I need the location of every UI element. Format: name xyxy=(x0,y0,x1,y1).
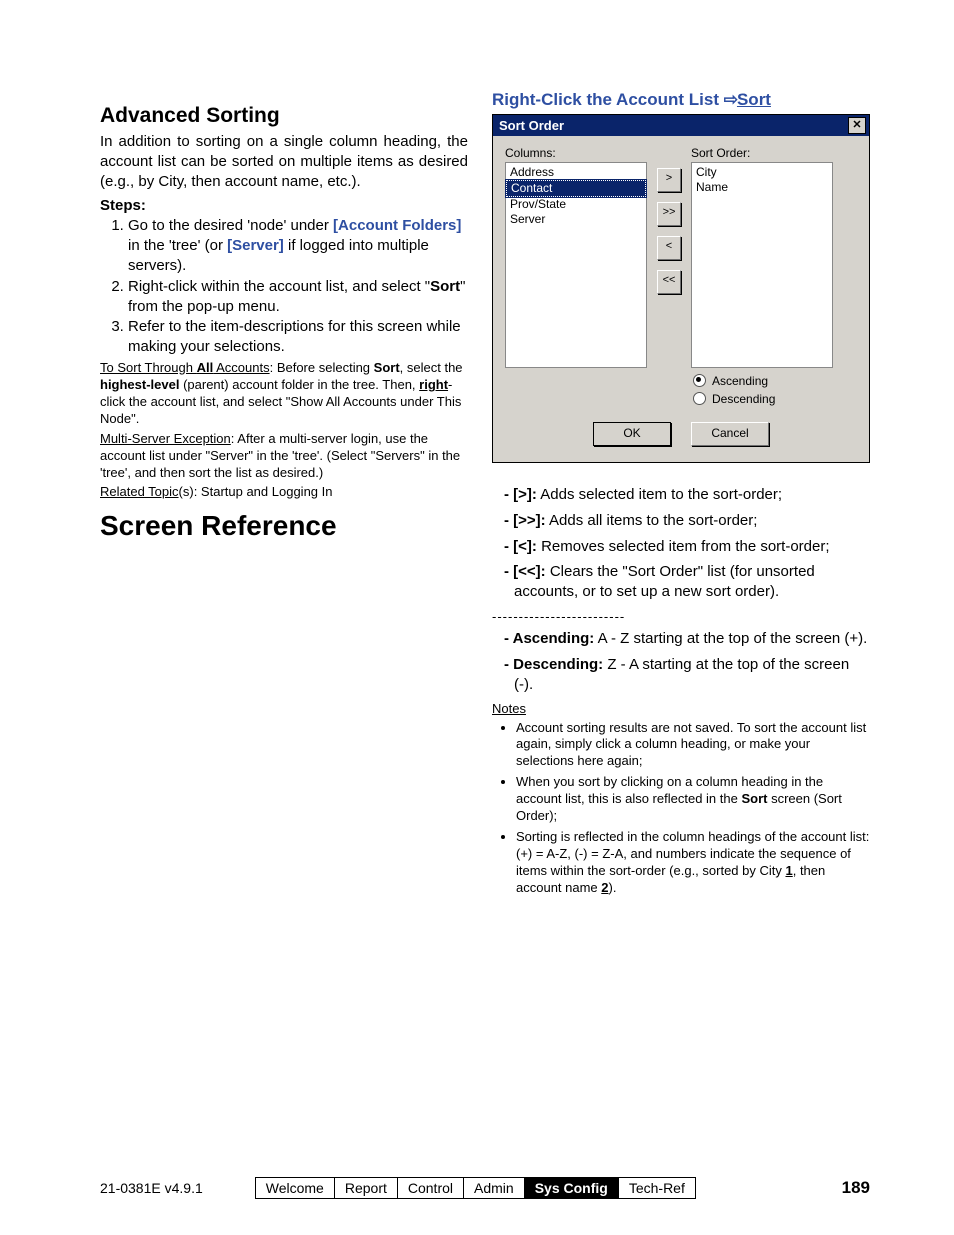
list-item[interactable]: Server xyxy=(506,212,646,227)
tab-report[interactable]: Report xyxy=(335,1178,398,1198)
columns-label: Columns: xyxy=(505,146,647,160)
add-all-button[interactable]: >> xyxy=(657,202,681,226)
heading-advanced-sorting: Advanced Sorting xyxy=(100,104,468,128)
note-item: Account sorting results are not saved. T… xyxy=(516,720,870,771)
intro-paragraph: In addition to sorting on a single colum… xyxy=(100,132,468,191)
cancel-button[interactable]: Cancel xyxy=(691,422,769,446)
dialog-title: Sort Order xyxy=(499,118,564,133)
list-item[interactable]: Contact xyxy=(506,180,646,197)
related-topic: Related Topic(s): Startup and Logging In xyxy=(100,483,468,500)
ref-remove: - [<]: Removes selected item from the so… xyxy=(494,537,870,557)
ref-descending: - Descending: Z - A starting at the top … xyxy=(494,655,870,695)
close-icon[interactable]: ✕ xyxy=(848,117,866,134)
page-number: 189 xyxy=(842,1178,870,1198)
list-item[interactable]: Name xyxy=(692,180,832,195)
sort-order-listbox[interactable]: City Name xyxy=(691,162,833,368)
step-2: Right-click within the account list, and… xyxy=(128,277,468,317)
tab-welcome[interactable]: Welcome xyxy=(256,1178,335,1198)
doc-id: 21-0381E v4.9.1 xyxy=(100,1180,203,1196)
descending-radio[interactable]: Descending xyxy=(693,392,857,406)
ref-remove-all: - [<<]: Clears the "Sort Order" list (fo… xyxy=(494,562,870,602)
note-item: When you sort by clicking on a column he… xyxy=(516,774,870,825)
tab-admin[interactable]: Admin xyxy=(464,1178,525,1198)
ascending-radio[interactable]: Ascending xyxy=(693,374,857,388)
remove-button[interactable]: < xyxy=(657,236,681,260)
tab-control[interactable]: Control xyxy=(398,1178,464,1198)
ref-ascending: - Ascending: A - Z starting at the top o… xyxy=(494,629,870,649)
footer-tabs: Welcome Report Control Admin Sys Config … xyxy=(255,1177,696,1199)
add-button[interactable]: > xyxy=(657,168,681,192)
heading-screen-reference: Screen Reference xyxy=(100,510,468,542)
remove-all-button[interactable]: << xyxy=(657,270,681,294)
ok-button[interactable]: OK xyxy=(593,422,671,446)
sort-order-dialog: Sort Order ✕ Columns: Address Contact Pr… xyxy=(492,114,870,463)
note-multi-server: Multi-Server Exception: After a multi-se… xyxy=(100,430,468,481)
step-3: Refer to the item-descriptions for this … xyxy=(128,317,468,357)
list-item[interactable]: City xyxy=(692,165,832,180)
ref-add-all: - [>>]: Adds all items to the sort-order… xyxy=(494,511,870,531)
steps-label: Steps: xyxy=(100,197,468,214)
columns-listbox[interactable]: Address Contact Prov/State Server xyxy=(505,162,647,368)
ref-add: - [>]: Adds selected item to the sort-or… xyxy=(494,485,870,505)
list-item[interactable]: Prov/State xyxy=(506,197,646,212)
list-item[interactable]: Address xyxy=(506,165,646,180)
step-1: Go to the desired 'node' under [Account … xyxy=(128,216,468,275)
tab-tech-ref[interactable]: Tech-Ref xyxy=(619,1178,695,1198)
sort-order-label: Sort Order: xyxy=(691,146,833,160)
heading-right-click: Right-Click the Account List ⇨Sort xyxy=(492,90,870,110)
note-item: Sorting is reflected in the column headi… xyxy=(516,829,870,897)
separator: ------------------------- xyxy=(492,608,870,625)
tab-sys-config[interactable]: Sys Config xyxy=(525,1178,619,1198)
note-all-accounts: To Sort Through All Accounts: Before sel… xyxy=(100,359,468,428)
notes-heading: Notes xyxy=(492,701,870,716)
